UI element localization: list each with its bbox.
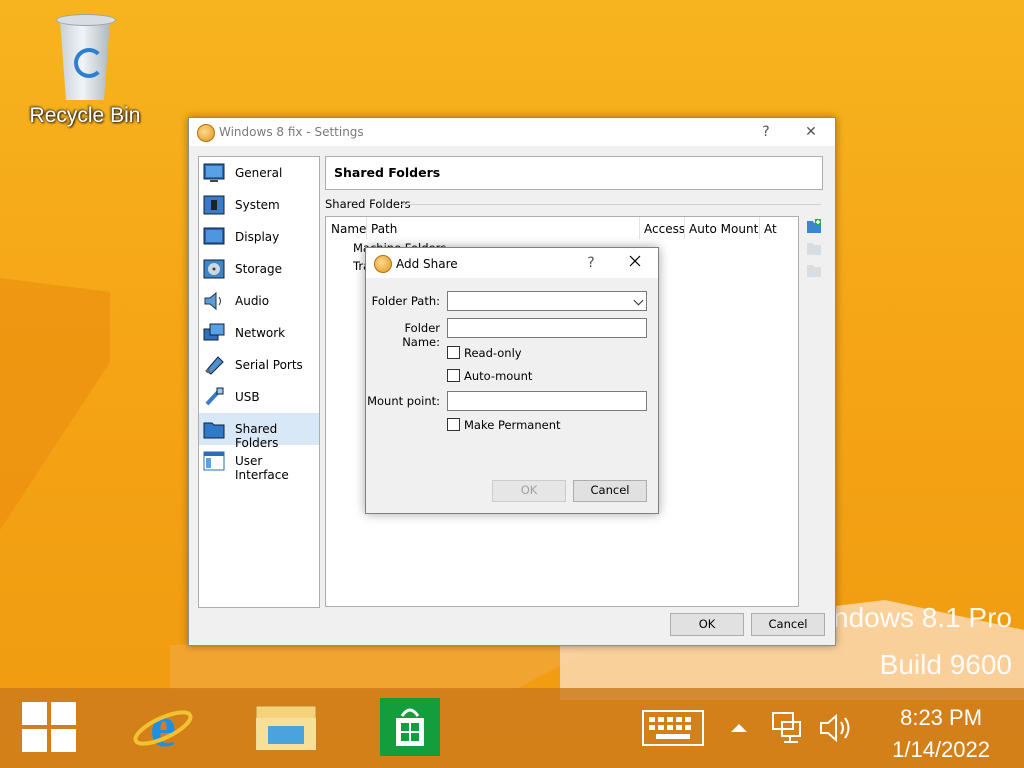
sidebar-item-shared-folders[interactable]: Shared Folders bbox=[199, 413, 319, 450]
clock[interactable]: 8:23 PM 1/14/2022 bbox=[892, 702, 990, 766]
mount-point-label: Mount point: bbox=[367, 394, 440, 408]
ok-button[interactable]: OK bbox=[670, 613, 744, 636]
settings-sidebar: General System Display Storage Audio Net… bbox=[198, 156, 320, 608]
add-share-dialog: Add Share ? Folder Path: Folder Name: Re… bbox=[365, 247, 659, 514]
read-only-label[interactable]: Read-only bbox=[464, 346, 522, 360]
recycle-bin-shortcut[interactable]: Recycle Bin bbox=[20, 14, 150, 128]
taskbar: e 8:23 PM 1/14/2022 bbox=[0, 688, 1024, 768]
sidebar-item-label: Audio bbox=[235, 294, 270, 308]
column-separator bbox=[639, 217, 640, 239]
column-header-path[interactable]: Path bbox=[371, 222, 397, 236]
storage-icon bbox=[203, 259, 225, 279]
auto-mount-label[interactable]: Auto-mount bbox=[464, 369, 532, 383]
serial-ports-icon bbox=[205, 356, 224, 375]
group-label: Shared Folders bbox=[325, 197, 411, 211]
column-separator bbox=[759, 217, 760, 239]
folder-name-input[interactable] bbox=[447, 318, 647, 338]
make-permanent-checkbox[interactable] bbox=[447, 418, 460, 431]
column-header-access[interactable]: Access bbox=[644, 222, 685, 236]
sidebar-item-serial-ports[interactable]: Serial Ports bbox=[199, 349, 319, 381]
sidebar-item-label: System bbox=[235, 198, 280, 212]
keyboard-icon[interactable] bbox=[642, 710, 704, 746]
folder-name-label: Folder Name: bbox=[402, 321, 440, 349]
add-share-icon[interactable] bbox=[806, 218, 822, 234]
dialog-help-button[interactable]: ? bbox=[576, 252, 606, 274]
close-button[interactable]: ✕ bbox=[796, 121, 826, 143]
usb-icon bbox=[205, 387, 224, 406]
network-icon bbox=[203, 323, 225, 341]
sidebar-item-label: Storage bbox=[235, 262, 282, 276]
settings-titlebar[interactable]: Windows 8 fix - Settings ? ✕ bbox=[189, 118, 835, 146]
network-icon[interactable] bbox=[770, 710, 804, 746]
virtualbox-icon bbox=[374, 255, 392, 273]
column-header-auto-mount[interactable]: Auto Mount bbox=[689, 222, 758, 236]
system-icon bbox=[203, 195, 225, 215]
page-title: Shared Folders bbox=[334, 165, 441, 180]
desktop-shape bbox=[170, 645, 600, 690]
remove-share-icon[interactable] bbox=[806, 262, 822, 278]
store-icon[interactable] bbox=[380, 698, 440, 756]
column-header-at[interactable]: At bbox=[764, 222, 777, 236]
general-icon bbox=[203, 163, 225, 182]
sidebar-item-label: Network bbox=[235, 326, 286, 340]
recycle-bin-label: Recycle Bin bbox=[29, 104, 141, 127]
sidebar-item-system[interactable]: System bbox=[199, 189, 319, 221]
read-only-checkbox[interactable] bbox=[447, 346, 460, 359]
desktop-shape bbox=[0, 278, 110, 530]
sidebar-item-display[interactable]: Display bbox=[199, 221, 319, 253]
column-header-name[interactable]: Name bbox=[331, 222, 366, 236]
volume-icon[interactable] bbox=[818, 712, 854, 744]
virtualbox-icon bbox=[197, 124, 215, 142]
help-button[interactable]: ? bbox=[751, 121, 781, 143]
display-icon bbox=[203, 227, 225, 245]
sidebar-item-label: Display bbox=[235, 230, 280, 244]
sidebar-item-audio[interactable]: Audio bbox=[199, 285, 319, 317]
dialog-close-button[interactable] bbox=[620, 252, 650, 274]
clock-date: 1/14/2022 bbox=[892, 737, 990, 762]
make-permanent-label[interactable]: Make Permanent bbox=[464, 418, 561, 432]
chevron-down-icon bbox=[633, 295, 644, 306]
sidebar-item-label: User Interface bbox=[235, 454, 289, 482]
dialog-ok-button[interactable]: OK bbox=[492, 480, 566, 502]
internet-explorer-icon[interactable]: e bbox=[132, 696, 194, 756]
folder-path-label: Folder Path: bbox=[371, 294, 440, 308]
show-hidden-icons-icon[interactable] bbox=[730, 722, 748, 734]
windows-edition-watermark: ndows 8.1 Pro bbox=[833, 602, 1012, 633]
start-button[interactable] bbox=[22, 702, 78, 754]
close-icon bbox=[629, 255, 641, 267]
sidebar-item-label: USB bbox=[235, 390, 260, 404]
column-separator bbox=[684, 217, 685, 239]
folder-path-combobox[interactable] bbox=[447, 291, 647, 311]
auto-mount-checkbox[interactable] bbox=[447, 369, 460, 382]
group-divider bbox=[401, 204, 821, 205]
mount-point-input[interactable] bbox=[447, 391, 647, 411]
dialog-cancel-button[interactable]: Cancel bbox=[573, 480, 647, 502]
edit-share-icon[interactable] bbox=[806, 240, 822, 256]
clock-time: 8:23 PM bbox=[900, 705, 983, 730]
user-interface-icon bbox=[203, 451, 225, 471]
sidebar-item-usb[interactable]: USB bbox=[199, 381, 319, 413]
cancel-button[interactable]: Cancel bbox=[751, 613, 825, 636]
page-header: Shared Folders bbox=[325, 156, 823, 190]
dialog-titlebar[interactable]: Add Share ? bbox=[366, 248, 658, 278]
sidebar-item-label: General bbox=[235, 166, 283, 180]
sidebar-item-user-interface[interactable]: User Interface bbox=[199, 445, 319, 482]
store-bag-icon bbox=[396, 708, 424, 746]
shared-folders-icon bbox=[203, 422, 225, 439]
sidebar-item-general[interactable]: General bbox=[199, 157, 319, 189]
column-separator bbox=[366, 217, 367, 239]
sidebar-item-label: Serial Ports bbox=[235, 358, 303, 372]
sidebar-item-network[interactable]: Network bbox=[199, 317, 319, 349]
settings-title: Windows 8 fix - Settings bbox=[219, 125, 364, 139]
dialog-title: Add Share bbox=[396, 257, 458, 271]
recycle-bin-icon bbox=[54, 14, 116, 100]
file-explorer-icon[interactable] bbox=[254, 696, 318, 756]
audio-icon bbox=[204, 291, 221, 311]
svg-text:e: e bbox=[150, 696, 176, 756]
build-watermark: Build 9600 bbox=[879, 649, 1012, 680]
sidebar-item-storage[interactable]: Storage bbox=[199, 253, 319, 285]
start-icon bbox=[22, 702, 47, 725]
